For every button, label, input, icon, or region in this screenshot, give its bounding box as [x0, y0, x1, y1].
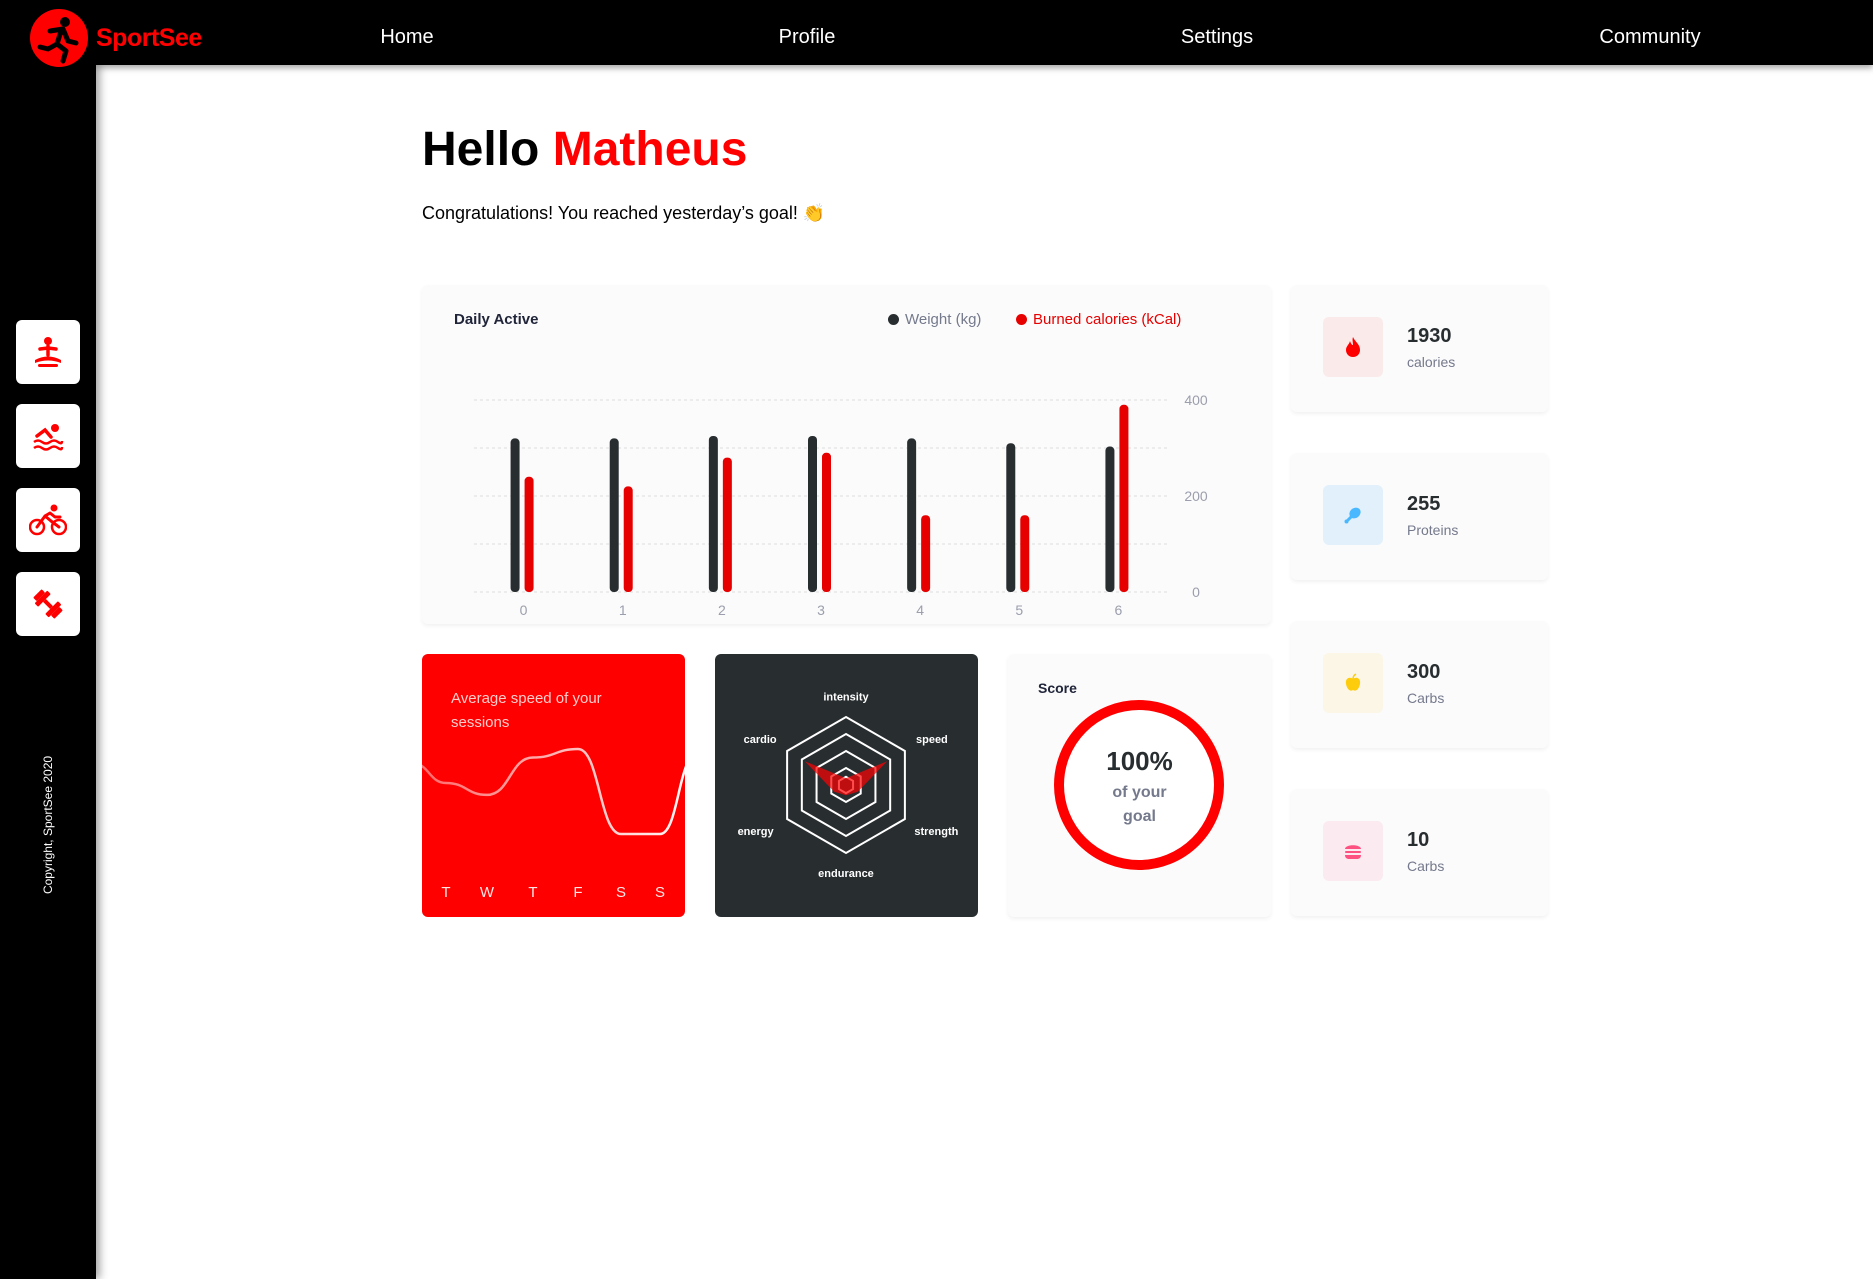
sidebar-item-meditation[interactable] [16, 320, 80, 384]
average-speed-card: Average speed of your sessions T W T F S… [422, 654, 685, 917]
x-tick-label: 4 [916, 602, 924, 618]
score-card: Score 100% of your goal [1008, 654, 1271, 917]
daily-activity-chart: 400 200 0 0 1 2 3 4 5 6 [474, 392, 1208, 618]
radar-axis-label: speed [916, 734, 948, 746]
nav-home[interactable]: Home [380, 26, 433, 49]
average-speed-chart [422, 747, 685, 836]
day-label: S [615, 884, 627, 901]
day-label: S [654, 884, 666, 901]
proteins-label: Proteins [1407, 522, 1459, 538]
calories-bar [921, 515, 931, 592]
radar-axis-label: energy [738, 826, 775, 838]
performance-radar-chart: intensity speed strength endurance energy car… [738, 692, 959, 880]
day-label: F [573, 884, 583, 901]
flame-icon [1323, 317, 1383, 377]
performance-radar-card: intensity speed strength endurance energy car… [715, 654, 978, 917]
x-tick-label: 1 [619, 602, 627, 618]
calories-value: 1930 [1407, 325, 1452, 347]
calories-bar [524, 476, 534, 592]
logo[interactable]: SportSee [30, 9, 202, 67]
logo-text: SportSee [96, 23, 202, 52]
radar-axis-label: cardio [744, 734, 777, 746]
weight-bar [510, 438, 520, 592]
daily-activity-card: Daily Active Weight (kg) Burned calories… [422, 285, 1271, 624]
congrats-message: Congratulations! You reached yesterday’s… [422, 203, 826, 223]
nav-community[interactable]: Community [1599, 26, 1700, 49]
y-tick-label: 400 [1184, 392, 1208, 408]
dumbbell-icon [33, 589, 63, 619]
user-name: Matheus [552, 123, 748, 176]
x-tick-label: 5 [1015, 602, 1023, 618]
x-tick-label: 2 [718, 602, 726, 618]
top-bar: SportSee Home Profile Settings Community [0, 0, 1873, 67]
x-tick-label: 0 [520, 602, 528, 618]
nav-settings[interactable]: Settings [1181, 26, 1253, 49]
weight-bar [708, 436, 718, 592]
key-data-calories: 1930 calories [1291, 285, 1548, 412]
carbs-label: Carbs [1407, 690, 1445, 706]
x-tick-label: 3 [817, 602, 825, 618]
chicken-icon [1323, 485, 1383, 545]
burger-icon [1323, 821, 1383, 881]
key-data-lipids: 10 Carbs [1291, 789, 1548, 916]
calories-bar [1119, 404, 1129, 592]
day-label: W [479, 884, 495, 901]
radar-axis-label: strength [914, 826, 958, 838]
nav-profile[interactable]: Profile [779, 26, 836, 49]
x-tick-label: 6 [1115, 602, 1123, 618]
radar-axis-label: intensity [823, 692, 869, 704]
copyright: Copyright, SportSee 2020 [41, 755, 55, 895]
key-data-carbs: 300 Carbs [1291, 621, 1548, 748]
radar-axis-label: endurance [818, 868, 874, 880]
carbs-value: 300 [1407, 661, 1441, 683]
score-subtitle-2: goal [1123, 808, 1156, 825]
proteins-value: 255 [1407, 493, 1441, 515]
score-subtitle-1: of your [1112, 784, 1167, 801]
key-data-proteins: 255 Proteins [1291, 453, 1548, 580]
cycling-icon [29, 504, 67, 536]
swimming-icon [33, 424, 64, 451]
y-tick-label: 0 [1192, 584, 1200, 600]
sidebar-item-swimming[interactable] [16, 404, 80, 468]
weight-bar [907, 438, 917, 592]
speed-line [422, 747, 685, 836]
lipids-label: Carbs [1407, 858, 1445, 874]
day-label: T [528, 884, 538, 901]
sidebar: Copyright, SportSee 2020 [0, 65, 96, 1279]
day-label: T [441, 884, 451, 901]
calories-bar [1020, 515, 1030, 592]
meditation-icon [35, 337, 61, 367]
greeting-hello: Hello [422, 123, 540, 176]
weight-bar [1006, 443, 1016, 592]
weight-bar [609, 438, 619, 592]
weight-bar [1105, 446, 1115, 592]
y-tick-label: 200 [1184, 488, 1208, 504]
calories-bar [822, 452, 831, 592]
calories-bar [623, 486, 633, 592]
calories-label: calories [1407, 354, 1456, 370]
score-value: 100% [1106, 746, 1173, 776]
runner-icon [30, 9, 88, 67]
calories-bar [722, 457, 732, 592]
lipids-value: 10 [1407, 829, 1430, 851]
sidebar-item-cycling[interactable] [16, 488, 80, 552]
apple-icon [1323, 653, 1383, 713]
sidebar-item-weights[interactable] [16, 572, 80, 636]
weight-bar [808, 436, 817, 592]
page-title: Hello Matheus [422, 122, 747, 177]
